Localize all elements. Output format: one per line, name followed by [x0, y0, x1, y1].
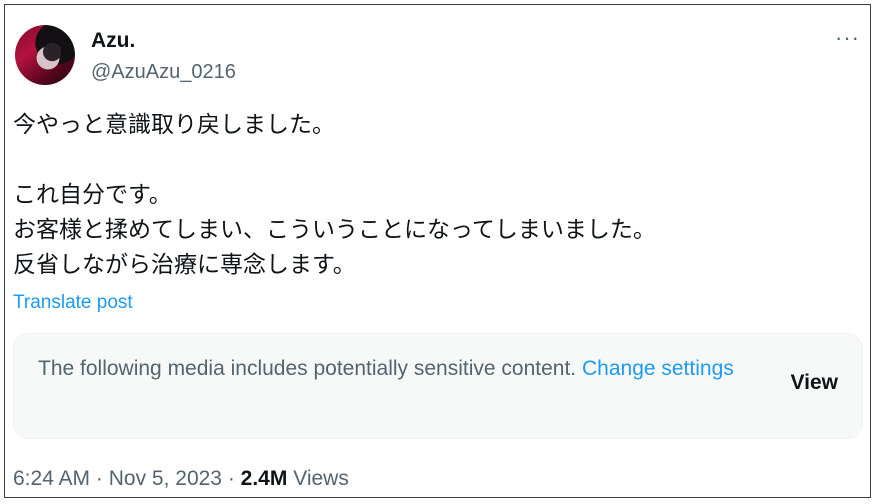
views-label: Views	[293, 467, 349, 490]
tweet-text: 今やっと意識取り戻しました。 これ自分です。 お客様と揉めてしまい、こういうこと…	[13, 108, 853, 283]
post-time[interactable]: 6:24 AM	[13, 467, 90, 490]
post-date[interactable]: Nov 5, 2023	[109, 467, 222, 490]
views-count: 2.4M	[240, 467, 288, 490]
sensitive-message: The following media includes potentially…	[38, 352, 758, 386]
view-button[interactable]: View	[791, 371, 838, 395]
more-options-icon[interactable]: ···	[835, 27, 860, 49]
sensitive-media-notice: The following media includes potentially…	[13, 333, 863, 439]
meta-separator: ·	[221, 467, 241, 490]
sensitive-message-text: The following media includes potentially…	[38, 357, 577, 380]
tweet-card: Azu. @AzuAzu_0216 ··· 今やっと意識取り戻しました。 これ自…	[4, 4, 871, 498]
tweet-line: 今やっと意識取り戻しました。	[13, 112, 335, 138]
tweet-meta: 6:24 AM · Nov 5, 2023 · 2.4M Views	[13, 467, 349, 491]
meta-separator: ·	[90, 467, 109, 490]
translate-post-link[interactable]: Translate post	[13, 292, 133, 314]
author-name[interactable]: Azu.	[91, 29, 135, 53]
tweet-line: お客様と揉めてしまい、こういうことになってしまいました。	[13, 217, 656, 243]
change-settings-link[interactable]: Change settings	[582, 357, 734, 380]
tweet-line: これ自分です。	[13, 182, 172, 208]
tweet-line: 反省しながら治療に専念します。	[13, 252, 356, 278]
author-handle[interactable]: @AzuAzu_0216	[91, 61, 236, 84]
avatar[interactable]	[15, 25, 75, 85]
